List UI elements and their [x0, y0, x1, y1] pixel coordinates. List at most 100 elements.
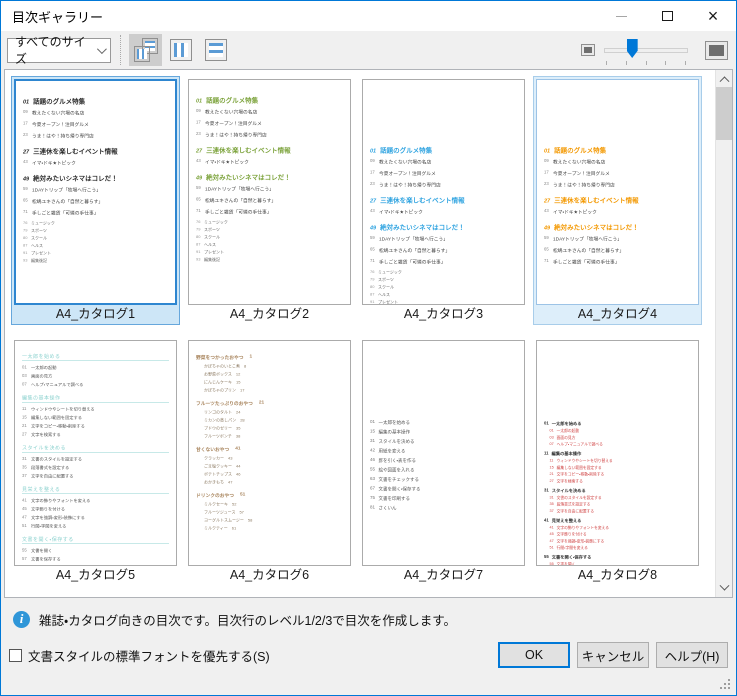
toc-line: 23うま！はや！持ち帰り専門店 [370, 181, 517, 188]
mixed-pages-icon [134, 38, 158, 62]
toc-line: 17今夏オープン！注目グルメ [23, 121, 168, 128]
view-portrait-button[interactable] [164, 34, 197, 66]
resize-grip[interactable] [720, 679, 732, 691]
toc-line: 23うま！はや！持ち帰り専門店 [196, 131, 343, 138]
toc-line: 03画面の見方 [22, 373, 169, 379]
close-button[interactable]: × [690, 1, 736, 31]
toc-page-preview: 一太郎を始める01一太郎の起動03画面の見方07ヘルプ・マニュアルで調べる編集の… [14, 340, 177, 566]
toc-line: 15編集の基本操作 [370, 429, 517, 436]
toc-line: 65松嶋ユキさんの「自然と暮らす」 [544, 247, 691, 254]
toc-line: 79スポーツ [370, 277, 517, 283]
toc-line: 07ヘルプ・マニュアルで調べる [544, 442, 691, 448]
toc-line: 71手しごと雑貨「可憐の手仕事」 [196, 208, 343, 215]
toc-line: 17今夏オープン！注目グルメ [370, 170, 517, 177]
toc-line: 49絶対みたいシネマはコレだ！ [544, 222, 691, 232]
scroll-down-button[interactable] [716, 580, 732, 597]
toc-line: 27文字を検索する [544, 478, 691, 484]
gallery-item[interactable]: 01話題のグルメ特集09教えたくない穴場の名店17今夏オープン！注目グルメ23う… [360, 77, 527, 324]
toc-line: かぼちゃのプリン 17 [196, 388, 343, 394]
gallery-item[interactable]: 01話題のグルメ特集 09教えたくない穴場の名店 17今夏オープン！注目グルメ 23う… [186, 77, 353, 324]
titlebar: 目次ギャラリー × [1, 1, 736, 31]
toc-line: かぼちゃのいとこ煮 8 [196, 364, 343, 370]
toc-line: 71手しごと雑貨「可憐の手仕事」 [544, 258, 691, 265]
toc-line: 27文字を検索する [22, 432, 169, 438]
view-landscape-button[interactable] [199, 34, 232, 66]
size-filter-select[interactable]: すべてのサイズ [7, 38, 111, 63]
toc-line: 41文字の飾りやフォントを変える [22, 498, 169, 504]
scrollbar-thumb[interactable] [716, 87, 732, 140]
toc-section-heading: ドリンクのおやつ51 [196, 492, 343, 499]
toc-line: 71手しごと雑貨「可憐の手仕事」 [23, 209, 168, 216]
ok-button[interactable]: OK [498, 642, 570, 668]
cancel-button[interactable]: キャンセル [577, 642, 649, 668]
toc-gallery-list: 01話題のグルメ特集 09教えたくない穴場の名店 17今夏オープン！注目グルメ 23う… [4, 69, 733, 598]
toc-line: 55絵や図面を入れる [370, 467, 517, 474]
toc-line: フルーツポンチ 38 [196, 434, 343, 440]
toc-line: 09教えたくない穴場の名店 [23, 109, 168, 116]
thumbnail-large-icon[interactable] [705, 41, 728, 60]
toc-line: 01一太郎を始める [370, 419, 517, 426]
toc-page-content: 01話題のグルメ特集09教えたくない穴場の名店17今夏オープン！注目グルメ23う… [363, 80, 524, 305]
toc-line: 65松嶋ユキさんの「自然と暮らす」 [196, 197, 343, 204]
gallery-item[interactable]: 01一太郎を始める01一太郎の起動03画面の見方07ヘルプ・マニュアルで調べる1… [534, 338, 701, 585]
toc-line: 79スポーツ [196, 227, 343, 233]
toc-page-content: 01一太郎を始める01一太郎の起動03画面の見方07ヘルプ・マニュアルで調べる1… [537, 341, 698, 566]
gallery-item[interactable]: 01一太郎を始める15編集の基本操作31スタイルを決める42用紙を変える46罫を… [360, 338, 527, 585]
toc-line: 63文書をチェックする [370, 476, 517, 483]
vertical-scrollbar[interactable] [715, 70, 732, 597]
toc-line: 43イマ・ドキ★トピック [196, 158, 343, 165]
gallery-item[interactable]: 01話題のグルメ特集09教えたくない穴場の名店17今夏オープン！注目グルメ23う… [534, 77, 701, 324]
toc-line: 75文書を印刷する [370, 495, 517, 502]
toc-line: 21文字をコピー・移動・削除する [22, 423, 169, 429]
toc-line: 31文書のスタイルを設定する [544, 495, 691, 501]
maximize-button[interactable] [644, 1, 690, 31]
slider-thumb[interactable] [627, 39, 638, 58]
slider-tick [626, 61, 627, 65]
scrollbar-track[interactable] [716, 140, 732, 580]
footer: 文書スタイルの標準フォントを優先する(S) OK キャンセル ヘルプ(H) [9, 641, 728, 669]
toc-line: 01話題のグルメ特集 [196, 95, 343, 105]
toc-page-content: 01話題のグルメ特集 09教えたくない穴場の名店 17今夏オープン！注目グルメ 23う… [189, 80, 350, 263]
toc-line: 49絶対みたいシネマはコレだ！ [370, 222, 517, 232]
toc-line: 51行間・字間を変える [22, 523, 169, 529]
toc-line: 49絶対みたいシネマはコレだ！ [23, 173, 168, 183]
scroll-up-button[interactable] [716, 70, 732, 87]
toc-line: 27三連休を楽しむイベント情報 [544, 195, 691, 205]
size-filter-value: すべてのサイズ [15, 33, 97, 67]
checkbox-icon[interactable] [9, 649, 22, 662]
toc-line: 93編集後記 [23, 258, 168, 264]
thumbnail-small-icon[interactable] [581, 44, 595, 56]
window-title: 目次ギャラリー [12, 7, 103, 26]
toc-line: 35段落書式を設定する [544, 502, 691, 508]
thumbnail-size-slider[interactable] [604, 35, 688, 65]
toc-line: 09教えたくない穴場の名店 [196, 108, 343, 115]
toc-line: 55文書を開く・保存する [544, 554, 691, 560]
prefer-standard-font-checkbox[interactable]: 文書スタイルの標準フォントを優先する(S) [9, 646, 270, 665]
toc-line: 11編集の基本操作 [544, 451, 691, 457]
toc-line: ポテトチップス 46 [196, 472, 343, 478]
toc-line: リンゴのタルト 24 [196, 410, 343, 416]
help-button[interactable]: ヘルプ(H) [656, 642, 728, 668]
toc-line: 591DAYトリップ「牧場へ行こう」 [544, 235, 691, 242]
toc-line: 27三連休を楽しむイベント情報 [370, 195, 517, 205]
toc-line: 23うま！はや！持ち帰り専門店 [544, 181, 691, 188]
toc-page-content: 01一太郎を始める15編集の基本操作31スタイルを決める42用紙を変える46罫を… [363, 341, 524, 511]
toc-line: 80スクール [370, 285, 517, 291]
toc-line: 17今夏オープン！注目グルメ [196, 120, 343, 127]
toc-page-preview: 01話題のグルメ特集 09教えたくない穴場の名店 17今夏オープン！注目グルメ 23う… [188, 79, 351, 305]
toc-section-heading: フルーツたっぷりのおやつ21 [196, 400, 343, 407]
toc-line: 11ウィンドウやシートを切り替える [544, 458, 691, 464]
toc-section-heading: 野菜をつかったおやつ1 [196, 354, 343, 361]
gallery-item[interactable]: 野菜をつかったおやつ1かぼちゃのいとこ煮 8お野菜ボックス 12にんじんケーキ … [186, 338, 353, 585]
gallery-item[interactable]: 一太郎を始める01一太郎の起動03画面の見方07ヘルプ・マニュアルで調べる編集の… [12, 338, 179, 585]
slider-track[interactable] [604, 48, 688, 53]
gallery-item[interactable]: 01話題のグルメ特集09教えたくない穴場の名店17今夏オープン！注目グルメ23う… [12, 77, 179, 324]
toc-line: 76ミュージック [370, 270, 517, 276]
toc-gallery-dialog: 目次ギャラリー × すべてのサイズ [0, 0, 737, 696]
toc-line: ミルクティー 61 [196, 526, 343, 532]
toc-line: 01一太郎の起動 [544, 428, 691, 434]
toc-line: 49絶対みたいシネマはコレだ！ [196, 172, 343, 182]
view-mixed-button[interactable] [129, 34, 162, 66]
toc-line: 17今夏オープン！注目グルメ [544, 170, 691, 177]
toc-line: 01一太郎の起動 [22, 365, 169, 371]
